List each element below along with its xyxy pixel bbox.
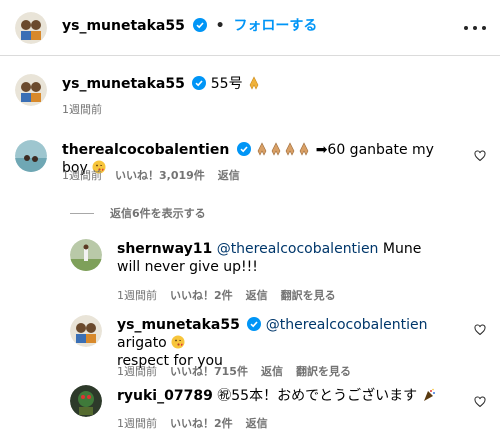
username-link[interactable]: ys_munetaka55 xyxy=(117,317,240,333)
avatar[interactable] xyxy=(15,74,47,106)
divider-line xyxy=(70,212,94,214)
avatar[interactable] xyxy=(15,12,47,44)
avatar[interactable] xyxy=(70,239,102,271)
likes-count[interactable]: いいね！2件 xyxy=(170,287,233,303)
folded-hands-emoji xyxy=(299,142,309,156)
likes-count[interactable]: いいね！2件 xyxy=(170,415,233,431)
reply-button[interactable]: 返信 xyxy=(246,287,268,303)
comment-row: therealcocobalentien ➡60 ganbate my boy … xyxy=(0,128,500,188)
reply-button[interactable]: 返信 xyxy=(246,415,268,431)
post-header: ys_munetaka55 • フォローする xyxy=(0,0,500,56)
caption-meta: 1週間前 xyxy=(62,101,102,117)
timestamp: 1週間前 xyxy=(117,365,157,378)
username-link[interactable]: ys_munetaka55 xyxy=(62,18,185,34)
reply-text: ys_munetaka55 @therealcocobalentien arig… xyxy=(117,316,457,370)
comment-meta: 1週間前 いいね！3,019件 返信 xyxy=(62,167,240,183)
follow-button[interactable]: フォローする xyxy=(233,18,317,34)
reply-meta: 1週間前 いいね！2件 返信 xyxy=(117,415,268,431)
reply-meta: 1週間前 いいね！2件 返信 翻訳を見る xyxy=(117,287,336,303)
reply-body: ㊗55本！おめでとうございます xyxy=(217,388,418,404)
avatar[interactable] xyxy=(70,315,102,347)
celebration-emoji xyxy=(423,388,435,401)
heart-outline-icon[interactable] xyxy=(474,150,486,162)
reply-row: ys_munetaka55 @therealcocobalentien arig… xyxy=(0,308,500,378)
reply-button[interactable]: 返信 xyxy=(218,167,240,183)
kissing-face-emoji xyxy=(171,335,185,349)
verified-badge-icon xyxy=(192,76,207,90)
folded-hands-emoji xyxy=(285,142,295,156)
username-link[interactable]: shernway11 xyxy=(117,241,212,257)
likes-count[interactable]: いいね！3,019件 xyxy=(115,167,205,183)
timestamp: 1週間前 xyxy=(117,289,157,302)
reply-button[interactable]: 返信 xyxy=(261,363,283,379)
folded-hands-emoji xyxy=(249,76,259,90)
reply-meta: 1週間前 いいね！715件 返信 翻訳を見る xyxy=(117,363,351,379)
caption-text: ys_munetaka55 55号 xyxy=(62,75,261,93)
username-link[interactable]: ryuki_07789 xyxy=(117,388,213,404)
translate-button[interactable]: 翻訳を見る xyxy=(281,287,336,303)
heart-outline-icon[interactable] xyxy=(474,324,486,336)
folded-hands-emoji xyxy=(271,142,281,156)
heart-outline-icon[interactable] xyxy=(474,396,486,408)
verified-badge-icon xyxy=(192,18,207,32)
avatar[interactable] xyxy=(70,385,102,417)
likes-count[interactable]: いいね！715件 xyxy=(170,363,248,379)
verified-badge-icon xyxy=(247,317,262,331)
reply-text: ryuki_07789 ㊗55本！おめでとうございます xyxy=(117,387,457,405)
header-user: ys_munetaka55 • フォローする xyxy=(62,15,317,35)
separator-dot: • xyxy=(215,18,225,34)
timestamp: 1週間前 xyxy=(62,169,102,182)
translate-button[interactable]: 翻訳を見る xyxy=(296,363,351,379)
avatar[interactable] xyxy=(15,140,47,172)
caption-row: ys_munetaka55 55号 1週間前 xyxy=(0,56,500,116)
username-link[interactable]: therealcocobalentien xyxy=(62,142,229,158)
mention-link[interactable]: @therealcocobalentien xyxy=(217,241,379,257)
more-horizontal-icon[interactable] xyxy=(464,18,486,38)
reply-body: arigato xyxy=(117,335,167,351)
reply-text: shernway11 @therealcocobalentien Mune wi… xyxy=(117,240,447,276)
mention-link[interactable]: @therealcocobalentien xyxy=(266,317,428,333)
folded-hands-emoji xyxy=(257,142,267,156)
reply-row: ryuki_07789 ㊗55本！おめでとうございます 1週間前 いいね！2件 … xyxy=(0,382,500,447)
timestamp: 1週間前 xyxy=(117,417,157,430)
view-replies-label[interactable]: 返信6件を表示する xyxy=(110,205,206,221)
verified-badge-icon xyxy=(236,142,251,156)
view-replies-button[interactable]: 返信6件を表示する xyxy=(70,205,206,221)
timestamp: 1週間前 xyxy=(62,103,102,116)
reply-row: shernway11 @therealcocobalentien Mune wi… xyxy=(0,232,500,302)
caption-body: 55号 xyxy=(210,76,243,92)
username-link[interactable]: ys_munetaka55 xyxy=(62,76,185,92)
